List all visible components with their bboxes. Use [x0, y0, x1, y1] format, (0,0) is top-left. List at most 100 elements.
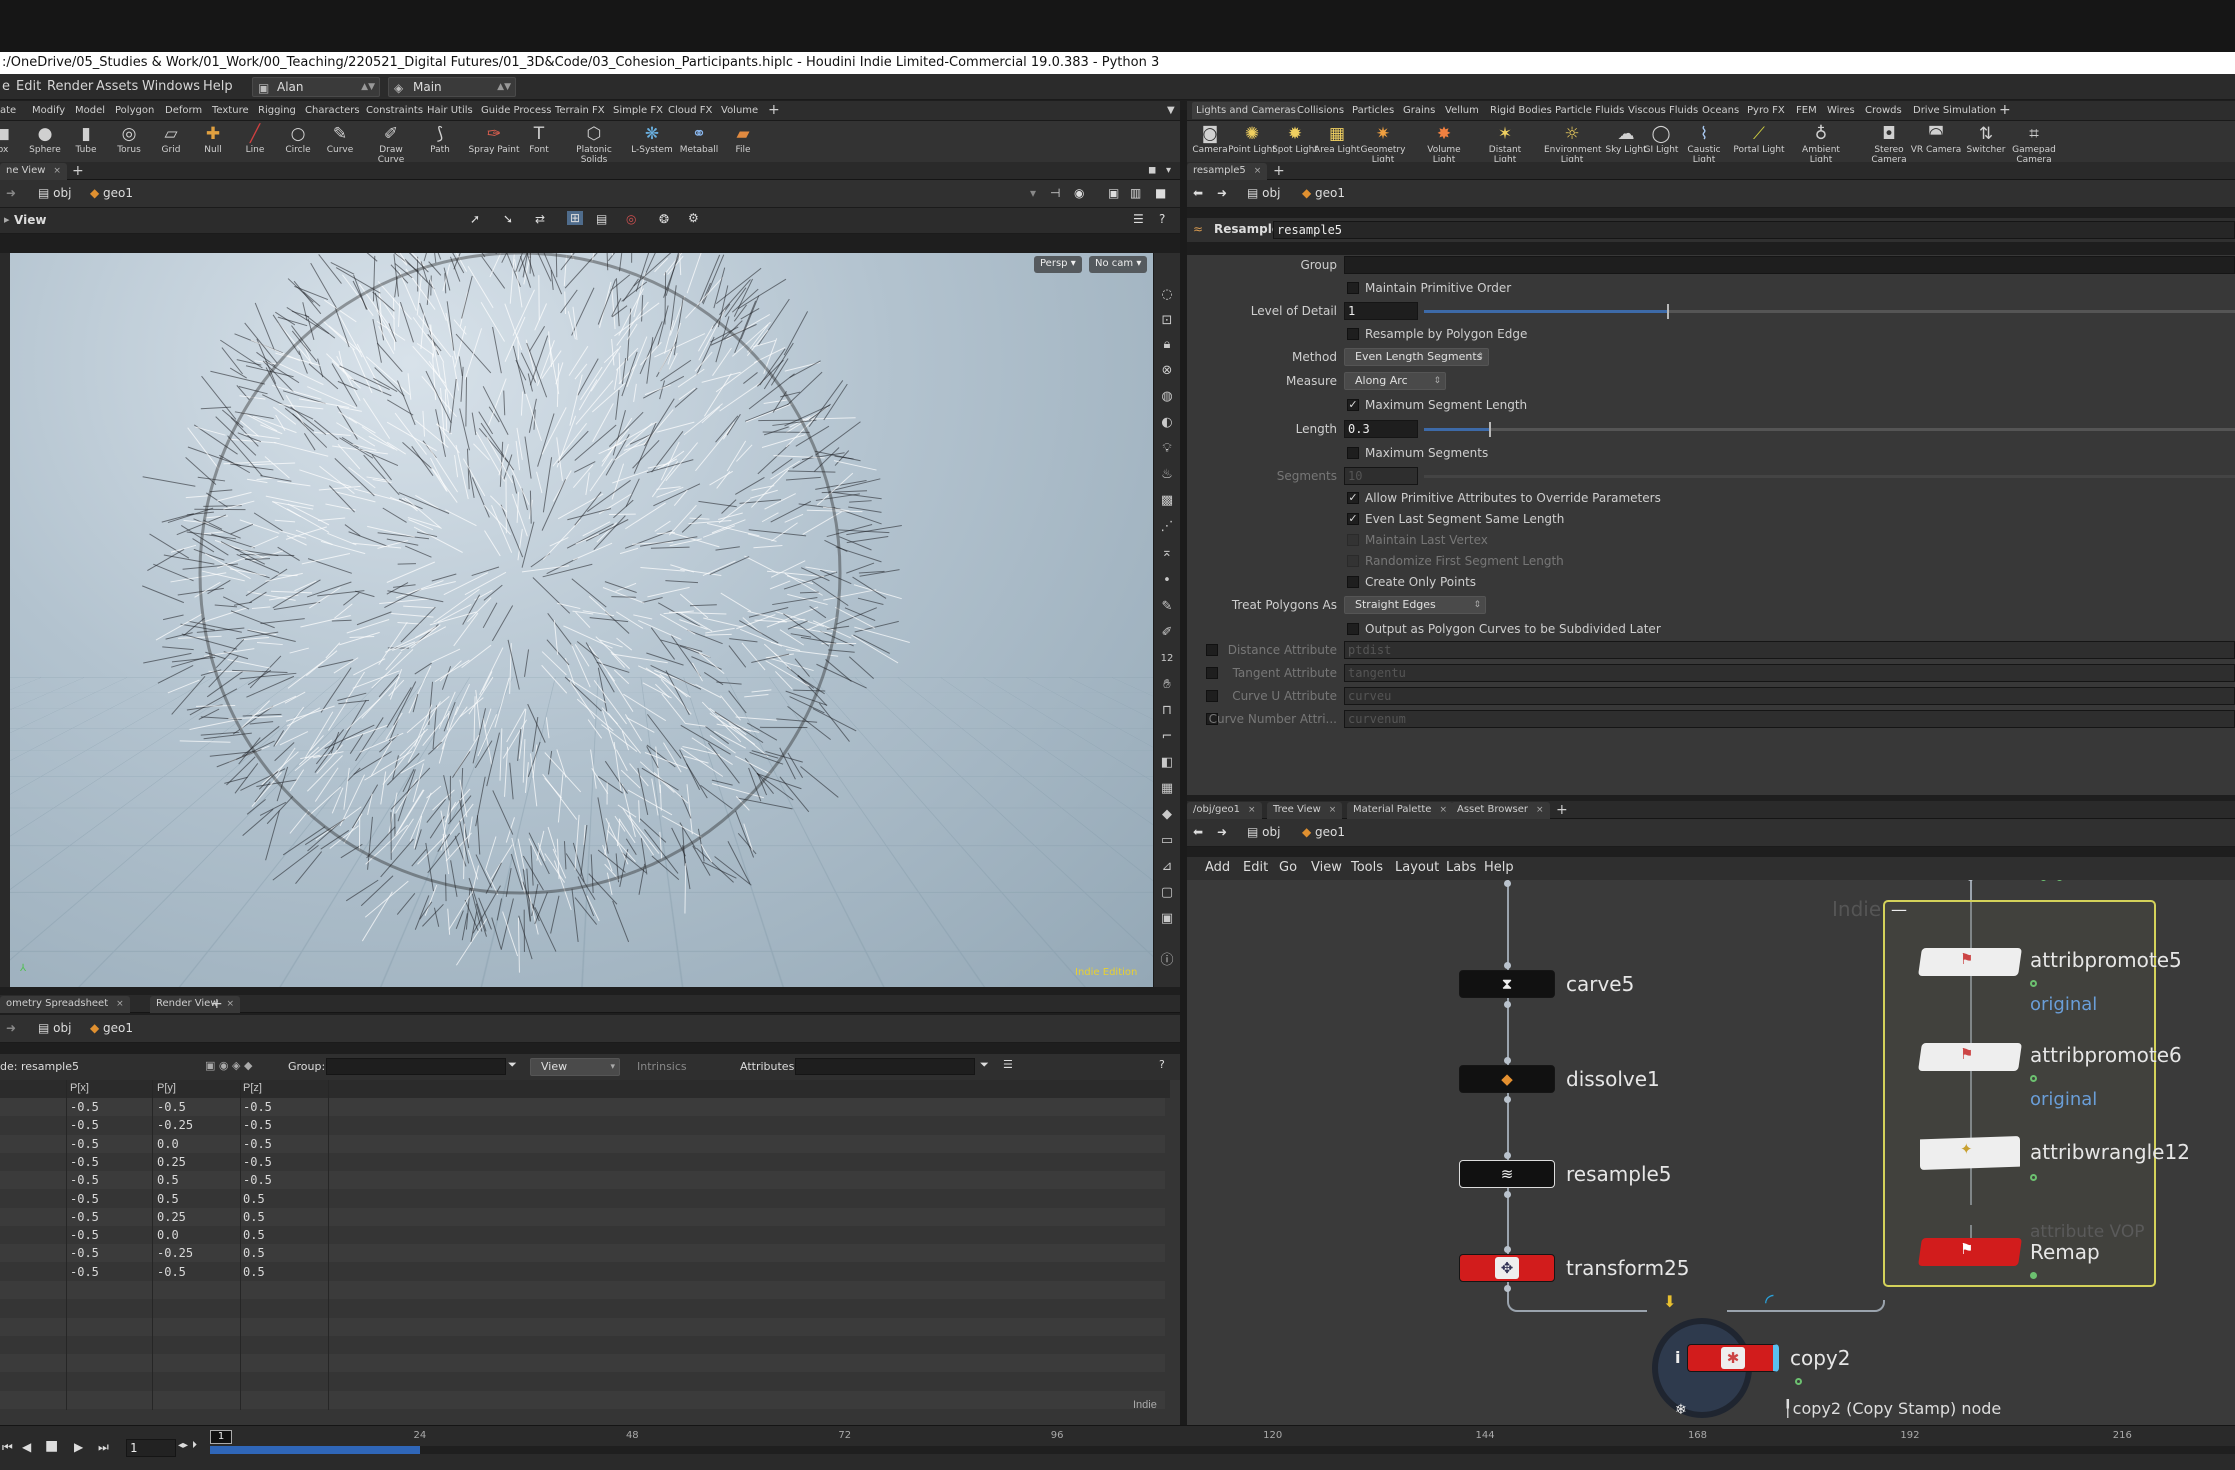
table-row[interactable]: -0.5 -0.25 0.5	[0, 1244, 1165, 1262]
step-forward-icon[interactable]: ⏵	[192, 1440, 197, 1451]
template-flag-icon[interactable]: ◜	[1765, 1290, 1774, 1315]
timeline-range[interactable]	[210, 1446, 420, 1454]
shelf-tab-terrain-fx[interactable]: Terrain FX	[555, 105, 605, 116]
close-icon[interactable]: ×	[116, 999, 124, 1009]
snapshot-icon[interactable]: ▣	[1108, 186, 1119, 200]
visualize-icon[interactable]: ❂	[659, 212, 669, 226]
hand-icon[interactable]: ✋︎	[1159, 677, 1175, 693]
node-output-dot[interactable]	[1967, 880, 1974, 881]
max-seg-len-checkbox[interactable]: ✓	[1347, 399, 1359, 411]
handle-tool-icon[interactable]: ⇄	[535, 212, 545, 226]
node-input-dot[interactable]	[1504, 1246, 1511, 1253]
persp-camera-button[interactable]: Persp ▾	[1034, 256, 1082, 273]
monitor-icon[interactable]: ▭	[1159, 833, 1175, 849]
tab-material-palette[interactable]: Material Palette ×	[1347, 802, 1453, 819]
info-icon[interactable]: ⓘ	[1159, 953, 1175, 969]
corner-icon[interactable]: ⌐	[1159, 729, 1175, 745]
menu-render[interactable]: Render	[47, 79, 93, 94]
shelf-tab-model[interactable]: Model	[75, 105, 105, 116]
node-dissolve1[interactable]: ◆ dissolve1	[1459, 1065, 1759, 1095]
node-remap[interactable]: attribute VOP ⚑ Remap	[1920, 1222, 2220, 1282]
nav-forward-icon[interactable]: ➜	[6, 186, 16, 200]
box-icon[interactable]: ▢	[1159, 885, 1175, 901]
table-row[interactable]	[0, 1354, 1165, 1372]
column-header[interactable]: P[y]	[157, 1082, 176, 1094]
pencil-icon[interactable]: ✎	[1159, 599, 1175, 615]
shelf-tab-collisions[interactable]: Collisions	[1297, 105, 1344, 116]
table-row[interactable]: -0.5 -0.25 -0.5	[0, 1116, 1165, 1134]
current-frame-marker[interactable]: 1	[210, 1430, 232, 1444]
column-header[interactable]: P[z]	[243, 1082, 262, 1094]
shelf-tab-vellum[interactable]: Vellum	[1445, 105, 1479, 116]
stop-icon[interactable]: ■	[45, 1438, 58, 1454]
tool-vr-camera[interactable]: ◚ VR Camera	[1909, 123, 1963, 155]
lock-icon[interactable]: 🔒︎	[1159, 337, 1175, 353]
tool-portal-light[interactable]: ⟋ Portal Light	[1732, 123, 1786, 155]
shelf-tab-pyro-fx[interactable]: Pyro FX	[1747, 105, 1785, 116]
create-points-checkbox[interactable]	[1347, 576, 1359, 588]
node-input-dot[interactable]	[1504, 1152, 1511, 1159]
add-shelf-tab-icon[interactable]: +	[768, 102, 780, 118]
node-input-dot[interactable]	[1504, 962, 1511, 969]
resample-edge-checkbox[interactable]	[1347, 328, 1359, 340]
pane-menu-icon[interactable]: ▾	[1160, 163, 1177, 180]
shelf-tab-fem[interactable]: FEM	[1796, 105, 1817, 116]
camera-icon[interactable]: ▣	[1159, 911, 1175, 927]
length-input[interactable]: 0.3	[1344, 420, 1418, 438]
node-output-dot[interactable]	[1504, 1096, 1511, 1103]
shelf-tab-particles[interactable]: Particles	[1352, 105, 1394, 116]
menu-help[interactable]: Help	[203, 79, 233, 94]
nav-forward-icon[interactable]: ➜	[1217, 186, 1227, 200]
tool-volume-light[interactable]: ✸ Volume Light	[1417, 123, 1471, 165]
close-icon[interactable]: ×	[53, 166, 61, 176]
shaded-icon[interactable]: ◐	[1159, 415, 1175, 431]
node-attribwrangle12[interactable]: ✦ attribwrangle12	[1920, 1130, 2220, 1190]
tab-scene-view[interactable]: ne View ×	[0, 163, 67, 180]
bypass-icon[interactable]: ❄	[1675, 1402, 1687, 1418]
tool-stereo-camera[interactable]: ◘ Stereo Camera	[1864, 123, 1914, 165]
nav-forward-icon[interactable]: ➜	[1217, 825, 1227, 839]
shelf-tab-texture[interactable]: Texture	[212, 105, 249, 116]
nav-forward-icon[interactable]: ➜	[6, 1021, 16, 1035]
table-row[interactable]: -0.5 0.0 -0.5	[0, 1135, 1165, 1153]
display-flag-icon[interactable]: ⬇	[1663, 1292, 1676, 1311]
go-end-icon[interactable]: ⏭	[98, 1440, 109, 1455]
node-output-dot[interactable]	[1504, 880, 1511, 887]
shelf-tab-polygon[interactable]: Polygon	[115, 105, 154, 116]
add-tab-icon[interactable]: +	[1267, 163, 1291, 180]
normals-icon[interactable]: ⌅	[1159, 545, 1175, 561]
shelf-tab-grains[interactable]: Grains	[1403, 105, 1435, 116]
menu-assets[interactable]: Assets	[96, 79, 138, 94]
table-row[interactable]	[0, 1373, 1165, 1391]
node-name-field[interactable]: resample5	[1273, 221, 2235, 239]
play-reverse-icon[interactable]: ◀	[22, 1440, 31, 1454]
tab-geometry-spreadsheet[interactable]: ometry Spreadsheet ×	[0, 996, 130, 1013]
shelf-tab-wires[interactable]: Wires	[1827, 105, 1855, 116]
help-icon[interactable]: ?	[1159, 212, 1165, 226]
breadcrumb-geo[interactable]: ◆ geo1	[1302, 825, 1345, 839]
shelf-tab-rigging[interactable]: Rigging	[258, 105, 296, 116]
node-resample5[interactable]: ≋ resample5	[1459, 1160, 1759, 1190]
shelf-tab-simple-fx[interactable]: Simple FX	[613, 105, 663, 116]
table-row[interactable]	[0, 1391, 1165, 1409]
shelf-tab-volume[interactable]: Volume	[721, 105, 758, 116]
context-dropdown[interactable]: ◈ Main ▲▼	[388, 77, 516, 97]
breadcrumb-obj[interactable]: ▤ obj	[38, 1021, 71, 1035]
light-alt-icon[interactable]: ♨	[1159, 467, 1175, 483]
even-last-checkbox[interactable]: ✓	[1347, 513, 1359, 525]
shelf-tab-viscous-fluids[interactable]: Viscous Fluids	[1628, 105, 1698, 116]
attributes-filter-input[interactable]	[795, 1058, 975, 1075]
tool-caustic-light[interactable]: ⌇ Caustic Light	[1677, 123, 1731, 165]
node-input-dot[interactable]	[1504, 1057, 1511, 1064]
help-icon[interactable]: ?	[1159, 1058, 1165, 1071]
info-icon[interactable]: i	[1675, 1348, 1680, 1367]
display-options-icon[interactable]: ▤	[596, 212, 607, 226]
measure-dropdown[interactable]: Along Arc ⇕	[1344, 372, 1446, 390]
tool-metaball[interactable]: ⚭ Metaball	[674, 123, 724, 155]
select-tool-icon[interactable]: ➚	[470, 212, 480, 226]
treat-polygons-dropdown[interactable]: Straight Edges ⇕	[1344, 596, 1486, 614]
viewport-layout-icon[interactable]: ☰	[1133, 212, 1144, 226]
group-input[interactable]	[1344, 256, 2235, 274]
node-output-dot[interactable]	[1504, 1001, 1511, 1008]
render-icon[interactable]: ▥	[1130, 186, 1141, 200]
